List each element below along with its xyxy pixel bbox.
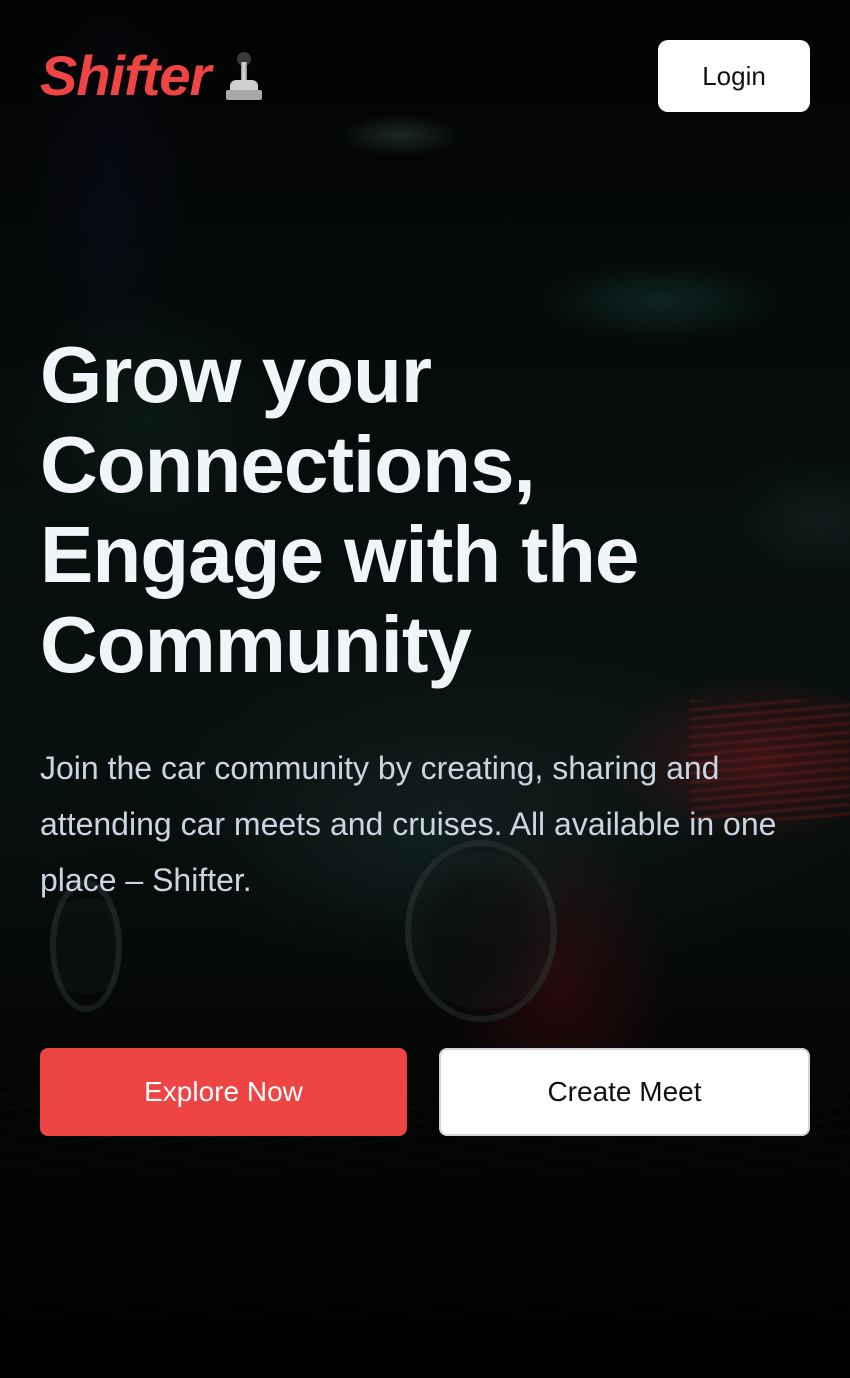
landing-page: Shifter Login Grow your Connections, Eng… — [0, 0, 850, 1378]
hero-actions: Explore Now Create Meet — [40, 1048, 810, 1136]
logo-text: Shifter — [40, 44, 211, 107]
hero-section: Grow your Connections, Engage with the C… — [40, 330, 820, 908]
create-meet-button[interactable]: Create Meet — [439, 1048, 810, 1136]
page-content: Shifter Login Grow your Connections, Eng… — [0, 0, 850, 1378]
explore-now-button[interactable]: Explore Now — [40, 1048, 407, 1136]
gear-shifter-icon — [224, 50, 264, 102]
hero-subtitle: Join the car community by creating, shar… — [40, 750, 777, 898]
login-button[interactable]: Login — [658, 40, 810, 112]
site-header: Shifter Login — [40, 40, 810, 112]
logo[interactable]: Shifter — [40, 48, 264, 104]
hero-title: Grow your Connections, Engage with the C… — [40, 330, 639, 689]
